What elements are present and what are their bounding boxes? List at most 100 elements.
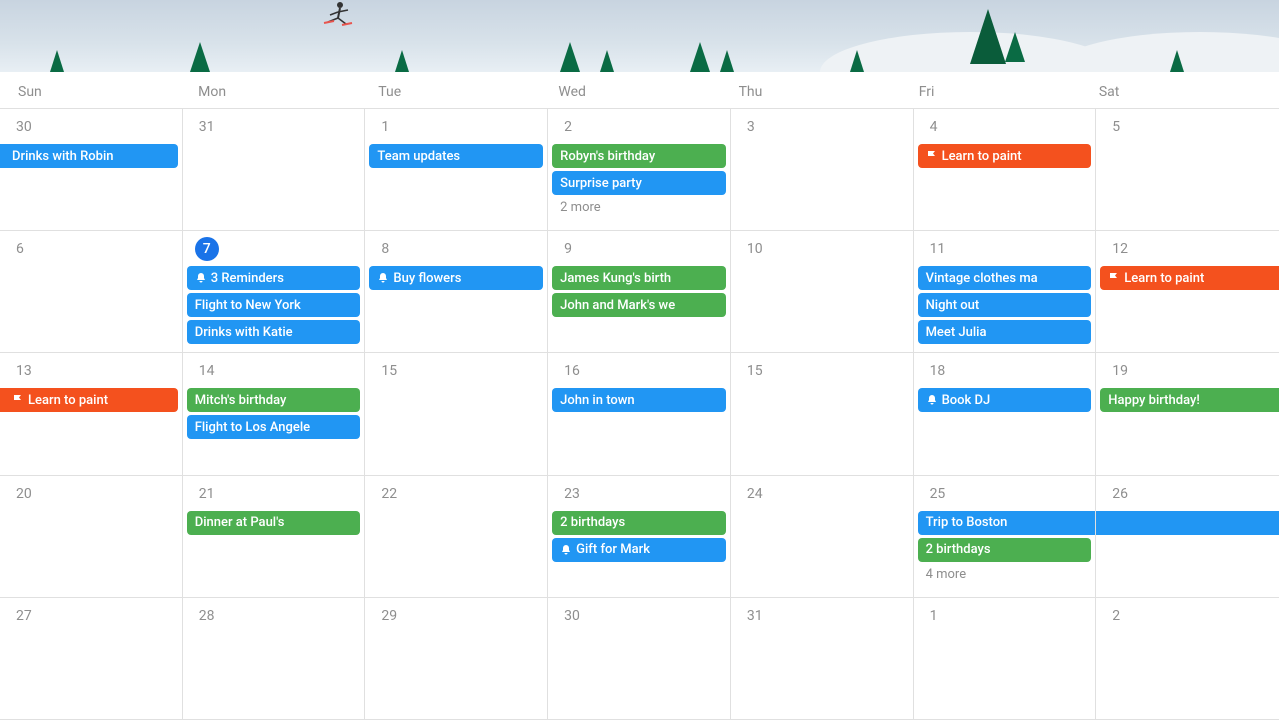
- calendar-event[interactable]: [1096, 511, 1279, 535]
- calendar-event[interactable]: John in town: [552, 388, 726, 412]
- calendar-event[interactable]: Robyn's birthday: [552, 144, 726, 168]
- reminder-icon: [377, 272, 389, 284]
- event-label: Team updates: [377, 149, 460, 164]
- calendar-event[interactable]: Surprise party: [552, 171, 726, 195]
- calendar-event[interactable]: 2 birthdays: [552, 511, 726, 535]
- event-label: Gift for Mark: [576, 542, 650, 557]
- event-label: 2 birthdays: [560, 515, 625, 530]
- event-label: Trip to Boston: [926, 515, 1008, 530]
- event-label: Drinks with Robin: [12, 149, 114, 164]
- day-cell[interactable]: 27: [0, 598, 183, 720]
- day-cell[interactable]: 31: [731, 598, 914, 720]
- day-header: Sat: [1099, 84, 1279, 100]
- day-cell[interactable]: 16John in town: [548, 353, 731, 475]
- day-cell[interactable]: 20: [0, 476, 183, 598]
- day-cell[interactable]: 8Buy flowers: [365, 231, 548, 353]
- day-number: 15: [735, 359, 909, 385]
- day-number: 25: [918, 482, 1092, 508]
- event-label: John and Mark's we: [560, 298, 675, 313]
- day-number: 21: [187, 482, 361, 508]
- day-cell[interactable]: 23 2 birthdays Gift for Mark: [548, 476, 731, 598]
- calendar-event[interactable]: Flight to Los Angele: [187, 415, 361, 439]
- day-cell[interactable]: 6: [0, 231, 183, 353]
- event-label: Night out: [926, 298, 980, 313]
- calendar-event[interactable]: Team updates: [369, 144, 543, 168]
- calendar-event[interactable]: Drinks with Katie: [187, 320, 361, 344]
- calendar-event[interactable]: Gift for Mark: [552, 538, 726, 562]
- calendar-event[interactable]: Learn to paint: [1100, 266, 1279, 290]
- day-cell[interactable]: 26: [1096, 476, 1279, 598]
- calendar-event[interactable]: Buy flowers: [369, 266, 543, 290]
- calendar-event[interactable]: Trip to Boston: [918, 511, 1096, 535]
- calendar-event[interactable]: 2 birthdays: [918, 538, 1092, 562]
- calendar-event[interactable]: Book DJ: [918, 388, 1092, 412]
- calendar-event[interactable]: Mitch's birthday: [187, 388, 361, 412]
- day-cell[interactable]: 3: [731, 109, 914, 231]
- day-cell[interactable]: 13 Learn to paint: [0, 353, 183, 475]
- day-cell[interactable]: 19Happy birthday!: [1096, 353, 1279, 475]
- day-number: 23: [552, 482, 726, 508]
- calendar-event[interactable]: John and Mark's we: [552, 293, 726, 317]
- day-cell[interactable]: 18 Book DJ: [914, 353, 1097, 475]
- calendar-event[interactable]: Learn to paint: [0, 388, 178, 412]
- calendar-event[interactable]: 3 Reminders: [187, 266, 361, 290]
- day-cell[interactable]: 11 Vintage clothes ma Night out Meet Julia: [914, 231, 1097, 353]
- event-label: Book DJ: [942, 393, 991, 408]
- day-cell[interactable]: 2Robyn's birthdaySurprise party2 more: [548, 109, 731, 231]
- event-label: Dinner at Paul's: [195, 515, 285, 530]
- calendar-event[interactable]: Happy birthday!: [1100, 388, 1279, 412]
- day-number: 2: [1100, 604, 1275, 630]
- day-cell[interactable]: 14 Mitch's birthday Flight to Los Angele: [183, 353, 366, 475]
- calendar-event[interactable]: Night out: [918, 293, 1092, 317]
- day-cell[interactable]: 1 Team updates: [365, 109, 548, 231]
- day-number: 13: [4, 359, 178, 385]
- day-cell[interactable]: 25 Trip to Boston 2 birthdays 4 more: [914, 476, 1097, 598]
- day-number: 11: [918, 237, 1092, 263]
- day-cell[interactable]: 2: [1096, 598, 1279, 720]
- show-more-link[interactable]: 2 more: [552, 198, 726, 217]
- day-number: 5: [1100, 115, 1275, 141]
- day-number: 20: [4, 482, 178, 508]
- day-number: 24: [735, 482, 909, 508]
- calendar-event[interactable]: Dinner at Paul's: [187, 511, 361, 535]
- day-number: 1: [369, 115, 543, 141]
- event-label: 3 Reminders: [211, 271, 284, 286]
- day-cell[interactable]: 15: [731, 353, 914, 475]
- day-number: 14: [187, 359, 361, 385]
- calendar-event[interactable]: James Kung's birth: [552, 266, 726, 290]
- day-cell[interactable]: 5: [1096, 109, 1279, 231]
- day-header: Mon: [198, 84, 378, 100]
- calendar-event[interactable]: Meet Julia: [918, 320, 1092, 344]
- day-cell[interactable]: 9James Kung's birthJohn and Mark's we: [548, 231, 731, 353]
- event-label: Meet Julia: [926, 325, 987, 340]
- day-cell[interactable]: 4Learn to paint: [914, 109, 1097, 231]
- day-number: 15: [369, 359, 543, 385]
- day-header: Thu: [739, 84, 919, 100]
- day-cell[interactable]: 28: [183, 598, 366, 720]
- day-cell[interactable]: 30Drinks with Robin: [0, 109, 183, 231]
- show-more-link[interactable]: 4 more: [918, 565, 1092, 584]
- event-label: Robyn's birthday: [560, 149, 655, 164]
- event-label: Mitch's birthday: [195, 393, 287, 408]
- calendar-event[interactable]: Flight to New York: [187, 293, 361, 317]
- day-number: 31: [735, 604, 909, 630]
- day-cell[interactable]: 29: [365, 598, 548, 720]
- day-cell[interactable]: 73 RemindersFlight to New YorkDrinks wit…: [183, 231, 366, 353]
- calendar-event[interactable]: Drinks with Robin: [0, 144, 178, 168]
- day-cell[interactable]: 15: [365, 353, 548, 475]
- day-number: 18: [918, 359, 1092, 385]
- day-number: 28: [187, 604, 361, 630]
- day-cell[interactable]: 12Learn to paint: [1096, 231, 1279, 353]
- event-label: Flight to Los Angele: [195, 420, 310, 435]
- day-cell[interactable]: 30: [548, 598, 731, 720]
- day-cell[interactable]: 24: [731, 476, 914, 598]
- calendar-event[interactable]: Vintage clothes ma: [918, 266, 1092, 290]
- day-cell[interactable]: 31: [183, 109, 366, 231]
- event-label: Learn to paint: [28, 393, 108, 408]
- reminder-icon: [195, 272, 207, 284]
- day-cell[interactable]: 1: [914, 598, 1097, 720]
- day-cell[interactable]: 22: [365, 476, 548, 598]
- calendar-event[interactable]: Learn to paint: [918, 144, 1092, 168]
- day-cell[interactable]: 21 Dinner at Paul's: [183, 476, 366, 598]
- day-cell[interactable]: 10: [731, 231, 914, 353]
